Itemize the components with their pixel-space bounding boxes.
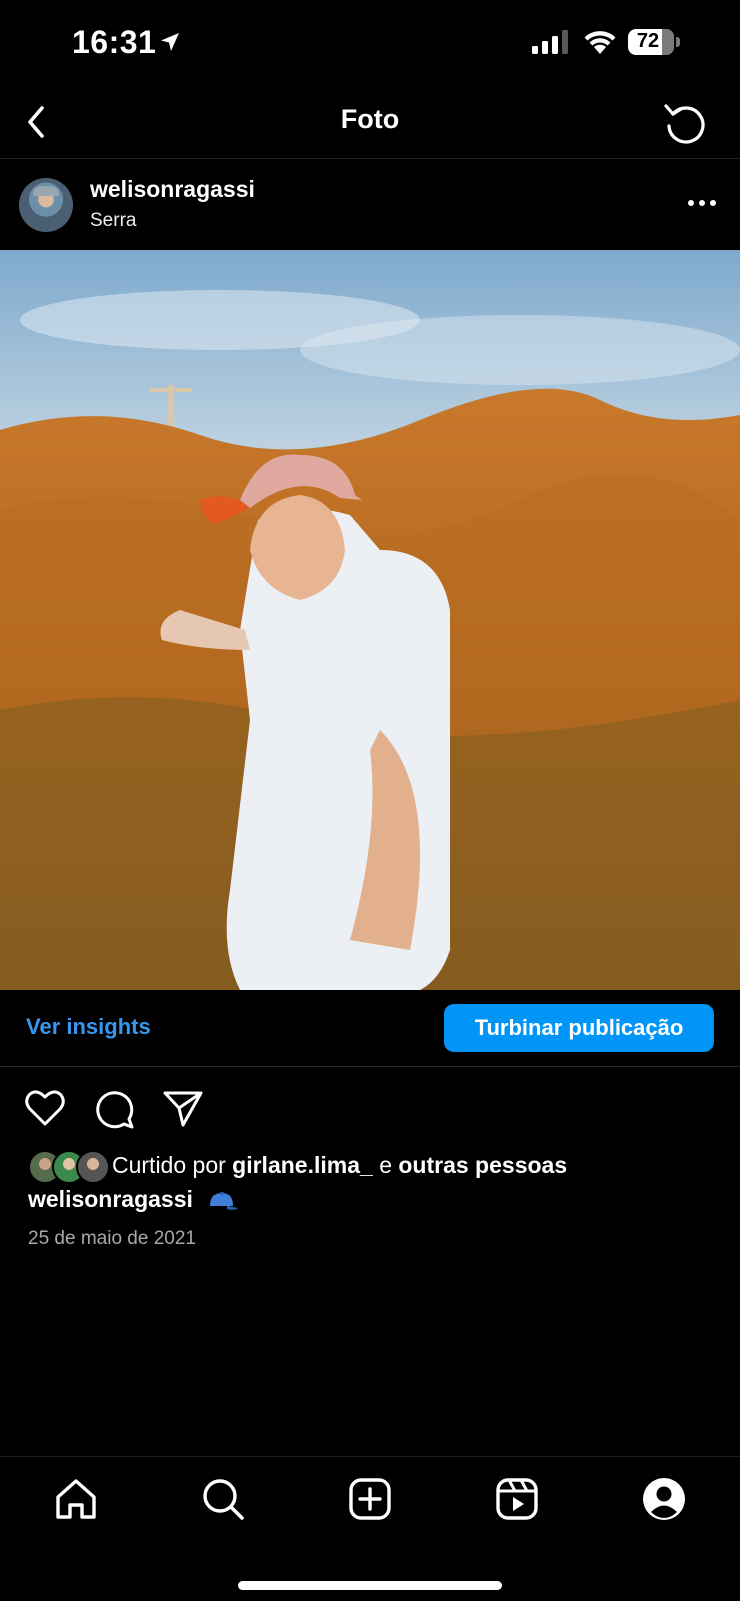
more-horizontal-icon[interactable] bbox=[682, 188, 722, 218]
post-caption: welisonragassi bbox=[28, 1186, 239, 1213]
post-promotion-row: Ver insights Turbinar publicação bbox=[0, 990, 740, 1067]
bottom-tab-bar bbox=[0, 1456, 740, 1601]
likes-connector: e bbox=[379, 1152, 392, 1178]
page-title: Foto bbox=[340, 104, 400, 134]
refresh-icon[interactable] bbox=[660, 98, 710, 148]
create-icon[interactable] bbox=[346, 1475, 394, 1523]
liker-username[interactable]: girlane.lima_ bbox=[232, 1152, 373, 1178]
reels-icon[interactable] bbox=[493, 1475, 541, 1523]
likes-summary[interactable]: Curtido por girlane.lima_ e outras pesso… bbox=[28, 1150, 728, 1184]
liker-avatar bbox=[76, 1150, 110, 1184]
boost-post-button[interactable]: Turbinar publicação bbox=[444, 1004, 714, 1052]
post-date: 25 de maio de 2021 bbox=[28, 1228, 196, 1249]
avatar[interactable] bbox=[19, 178, 73, 232]
share-icon[interactable] bbox=[162, 1088, 204, 1130]
post-username[interactable]: welisonragassi bbox=[90, 176, 255, 203]
heart-icon[interactable] bbox=[24, 1088, 66, 1128]
profile-icon[interactable] bbox=[640, 1475, 688, 1523]
cap-icon bbox=[210, 1191, 239, 1210]
battery-level: 72 bbox=[636, 30, 660, 52]
liker-avatars bbox=[28, 1150, 110, 1184]
home-icon[interactable] bbox=[52, 1475, 100, 1523]
location-arrow-icon bbox=[161, 33, 179, 51]
likes-text: Curtido por girlane.lima_ e outras pesso… bbox=[112, 1152, 567, 1179]
search-icon[interactable] bbox=[199, 1475, 247, 1523]
home-indicator[interactable] bbox=[238, 1581, 502, 1590]
caption-username[interactable]: welisonragassi bbox=[28, 1186, 193, 1212]
other-likers-link[interactable]: outras pessoas bbox=[398, 1152, 567, 1178]
likes-prefix: Curtido por bbox=[112, 1152, 226, 1178]
post-actions bbox=[0, 1080, 740, 1136]
cellular-signal-icon bbox=[532, 30, 568, 54]
wifi-icon bbox=[584, 31, 616, 54]
top-nav-bar: Foto bbox=[0, 90, 740, 159]
battery-icon: 72 bbox=[628, 29, 680, 55]
view-insights-link[interactable]: Ver insights bbox=[26, 1014, 151, 1040]
post-location[interactable]: Serra bbox=[90, 210, 136, 232]
post-header: welisonragassi Serra bbox=[0, 158, 740, 250]
post-photo[interactable] bbox=[0, 250, 740, 990]
status-bar: 16:31 72 bbox=[0, 0, 740, 90]
comment-icon[interactable] bbox=[94, 1088, 136, 1130]
status-time: 16:31 bbox=[72, 24, 157, 60]
